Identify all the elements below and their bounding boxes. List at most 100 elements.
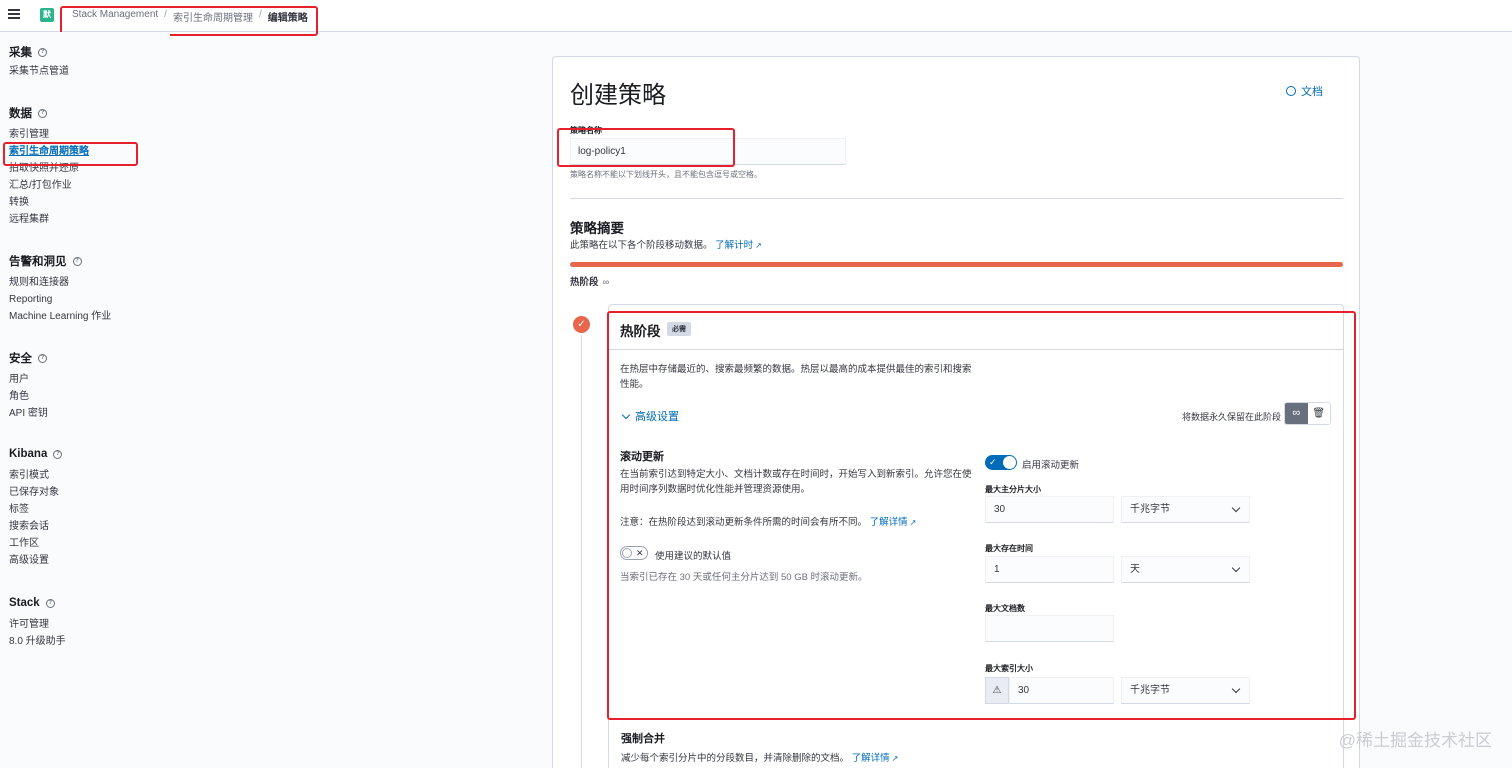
recommended-defaults-help: 当索引已存在 30 天或任何主分片达到 50 GB 时滚动更新。 xyxy=(620,572,868,583)
keep-forever-button-group: ∞ 🗑 xyxy=(1284,402,1331,425)
chevron-down-icon xyxy=(1231,503,1241,513)
nav-group-title: 安全 xyxy=(9,353,32,365)
recommended-defaults-label: 使用建议的默认值 xyxy=(655,551,732,562)
page-title: 创建策略 xyxy=(570,82,666,109)
check-icon: ✓ xyxy=(989,457,997,467)
check-icon: ✓ xyxy=(573,316,590,333)
max-shard-size-unit-select[interactable]: 千兆字节 xyxy=(1121,496,1250,523)
sidebar-item-transforms[interactable]: 转换 xyxy=(9,194,89,211)
enable-rollover-switch[interactable]: ✓ xyxy=(985,455,1017,470)
sidebar-item-reporting[interactable]: Reporting xyxy=(9,291,111,308)
learn-timing-link[interactable]: 了解计时 ↗ xyxy=(715,240,762,251)
breadcrumb-stack-management[interactable]: Stack Management xyxy=(72,9,158,24)
docs-link-label: 文档 xyxy=(1301,86,1323,98)
sidebar-item-remote-clusters[interactable]: 远程集群 xyxy=(9,211,89,228)
max-age-label: 最大存在时间 xyxy=(985,544,1033,553)
breadcrumb: Stack Management / 索引生命周期管理 / 编辑策略 xyxy=(72,9,308,24)
help-icon[interactable]: ? xyxy=(38,47,47,57)
help-icon[interactable]: ? xyxy=(38,353,47,363)
max-docs-label: 最大文档数 xyxy=(985,604,1025,613)
max-docs-input[interactable] xyxy=(985,615,1114,642)
learn-more-label: 了解详情 xyxy=(869,517,908,528)
sidebar-item-license[interactable]: 许可管理 xyxy=(9,616,66,633)
sidebar-item-rollup-jobs[interactable]: 汇总/打包作业 xyxy=(9,177,89,194)
forcemerge-learn-more-link[interactable]: 了解详情 ↗ xyxy=(852,753,899,764)
policy-name-input[interactable]: log-policy1 xyxy=(570,138,846,165)
max-index-size-input[interactable]: 30 xyxy=(1009,677,1114,704)
advanced-settings-label: 高级设置 xyxy=(635,411,679,423)
learn-timing-label: 了解计时 xyxy=(715,240,754,251)
switch-knob xyxy=(622,548,632,558)
sidebar-item-index-management[interactable]: 索引管理 xyxy=(9,126,89,143)
summary-desc: 此策略在以下各个阶段移动数据。 了解计时 ↗ xyxy=(570,237,762,251)
sidebar-item-users[interactable]: 用户 xyxy=(9,371,48,388)
enable-rollover-label: 启用滚动更新 xyxy=(1022,460,1080,471)
close-icon: ✕ xyxy=(636,548,644,558)
required-badge: 必需 xyxy=(667,322,691,336)
rollover-desc: 在当前索引达到特定大小、文档计数或存在时间时，开始写入到新索引。允许您在使用时间… xyxy=(620,469,972,495)
phase-timeline-bar xyxy=(570,262,1343,267)
sidebar-item-ml-jobs[interactable]: Machine Learning 作业 xyxy=(9,308,111,325)
max-age-input[interactable]: 1 xyxy=(985,556,1114,583)
timeline-line xyxy=(581,335,582,768)
space-avatar[interactable]: 默 xyxy=(40,8,54,22)
top-header: 默 Stack Management / 索引生命周期管理 / 编辑策略 xyxy=(0,0,1512,32)
forcemerge-desc: 减少每个索引分片中的分段数目，并清除删除的文档。 了解详情 ↗ xyxy=(621,750,898,764)
max-index-size-label: 最大索引大小 xyxy=(985,664,1033,673)
max-age-unit-select[interactable]: 天 xyxy=(1121,556,1250,583)
nav-group-title: Stack xyxy=(9,597,40,609)
sidebar-item-ilm-policies[interactable]: 索引生命周期策略 xyxy=(9,143,89,160)
keep-forever-button[interactable]: ∞ xyxy=(1285,403,1308,424)
nav-group-stack: Stack? 许可管理 8.0 升级助手 xyxy=(9,594,66,650)
sidebar-item-roles[interactable]: 角色 xyxy=(9,388,48,405)
sidebar-item-tags[interactable]: 标签 xyxy=(9,501,62,518)
help-icon[interactable]: ? xyxy=(72,256,82,266)
nav-group-title: Kibana xyxy=(9,448,48,460)
sidebar-item-upgrade-assistant[interactable]: 8.0 升级助手 xyxy=(9,633,66,650)
policy-name-label: 策略名称 xyxy=(570,126,602,135)
policy-panel: 创建策略 文档 策略名称 log-policy1 策略名称不能以下划线开头，且不… xyxy=(552,56,1360,768)
sidebar-item-index-patterns[interactable]: 索引模式 xyxy=(9,467,62,484)
help-icon[interactable]: ? xyxy=(53,449,63,459)
external-link-icon: ↗ xyxy=(909,518,917,527)
divider xyxy=(570,198,1343,199)
lifebuoy-icon xyxy=(1286,86,1296,96)
breadcrumb-ilm[interactable]: 索引生命周期管理 xyxy=(173,9,253,24)
learn-more-label: 了解详情 xyxy=(851,753,890,764)
summary-title: 策略摘要 xyxy=(570,221,624,236)
chevron-down-icon xyxy=(1231,563,1241,573)
sidebar-item-api-keys[interactable]: API 密钥 xyxy=(9,405,48,422)
menu-icon[interactable] xyxy=(8,9,20,19)
max-index-size-unit-select[interactable]: 千兆字节 xyxy=(1121,677,1250,704)
trash-icon[interactable]: 🗑 xyxy=(1307,403,1330,424)
recommended-defaults-switch[interactable]: ✕ xyxy=(620,546,648,560)
sidebar-item-search-sessions[interactable]: 搜索会话 xyxy=(9,518,62,535)
help-icon[interactable]: ? xyxy=(45,598,55,608)
phase-timeline-label-text: 热阶段 xyxy=(570,277,599,288)
rollover-title: 滚动更新 xyxy=(620,451,664,463)
chevron-down-icon xyxy=(621,410,631,419)
summary-desc-text: 此策略在以下各个阶段移动数据。 xyxy=(570,240,713,251)
nav-group-alerts: 告警和洞见? 规则和连接器 Reporting Machine Learning… xyxy=(9,252,111,325)
help-icon[interactable]: ? xyxy=(38,108,47,118)
sidebar-item-saved-objects[interactable]: 已保存对象 xyxy=(9,484,62,501)
nav-group-data: 数据? 索引管理 索引生命周期策略 拍取快照并还原 汇总/打包作业 转换 远程集… xyxy=(9,104,89,228)
policy-name-help: 策略名称不能以下划线开头，且不能包含逗号或空格。 xyxy=(570,170,762,179)
max-shard-size-input[interactable]: 30 xyxy=(985,496,1114,523)
breadcrumb-edit-policy: 编辑策略 xyxy=(267,13,308,24)
sidebar-item-advanced-settings[interactable]: 高级设置 xyxy=(9,552,62,569)
docs-link[interactable]: 文档 xyxy=(1286,83,1323,99)
sidebar-item-rules-connectors[interactable]: 规则和连接器 xyxy=(9,274,111,291)
nav-group-title: 采集 xyxy=(9,47,32,59)
hot-phase-header: 热阶段 必需 xyxy=(609,305,1343,350)
sidebar-item-ingest-pipelines[interactable]: 采集节点管道 xyxy=(9,63,69,80)
rollover-learn-more-link[interactable]: 了解详情 ↗ xyxy=(870,517,917,528)
select-value: 千兆字节 xyxy=(1130,504,1170,515)
sidebar-item-spaces[interactable]: 工作区 xyxy=(9,535,62,552)
nav-group-security: 安全? 用户 角色 API 密钥 xyxy=(9,349,48,422)
external-link-icon: ↗ xyxy=(891,754,899,763)
rollover-note-text: 注意：在热阶段达到滚动更新条件所需的时间会有所不同。 xyxy=(620,517,868,528)
advanced-settings-toggle[interactable]: 高级设置 xyxy=(621,408,679,424)
chevron-down-icon xyxy=(1231,684,1241,694)
sidebar-item-snapshot-restore[interactable]: 拍取快照并还原 xyxy=(9,160,89,177)
